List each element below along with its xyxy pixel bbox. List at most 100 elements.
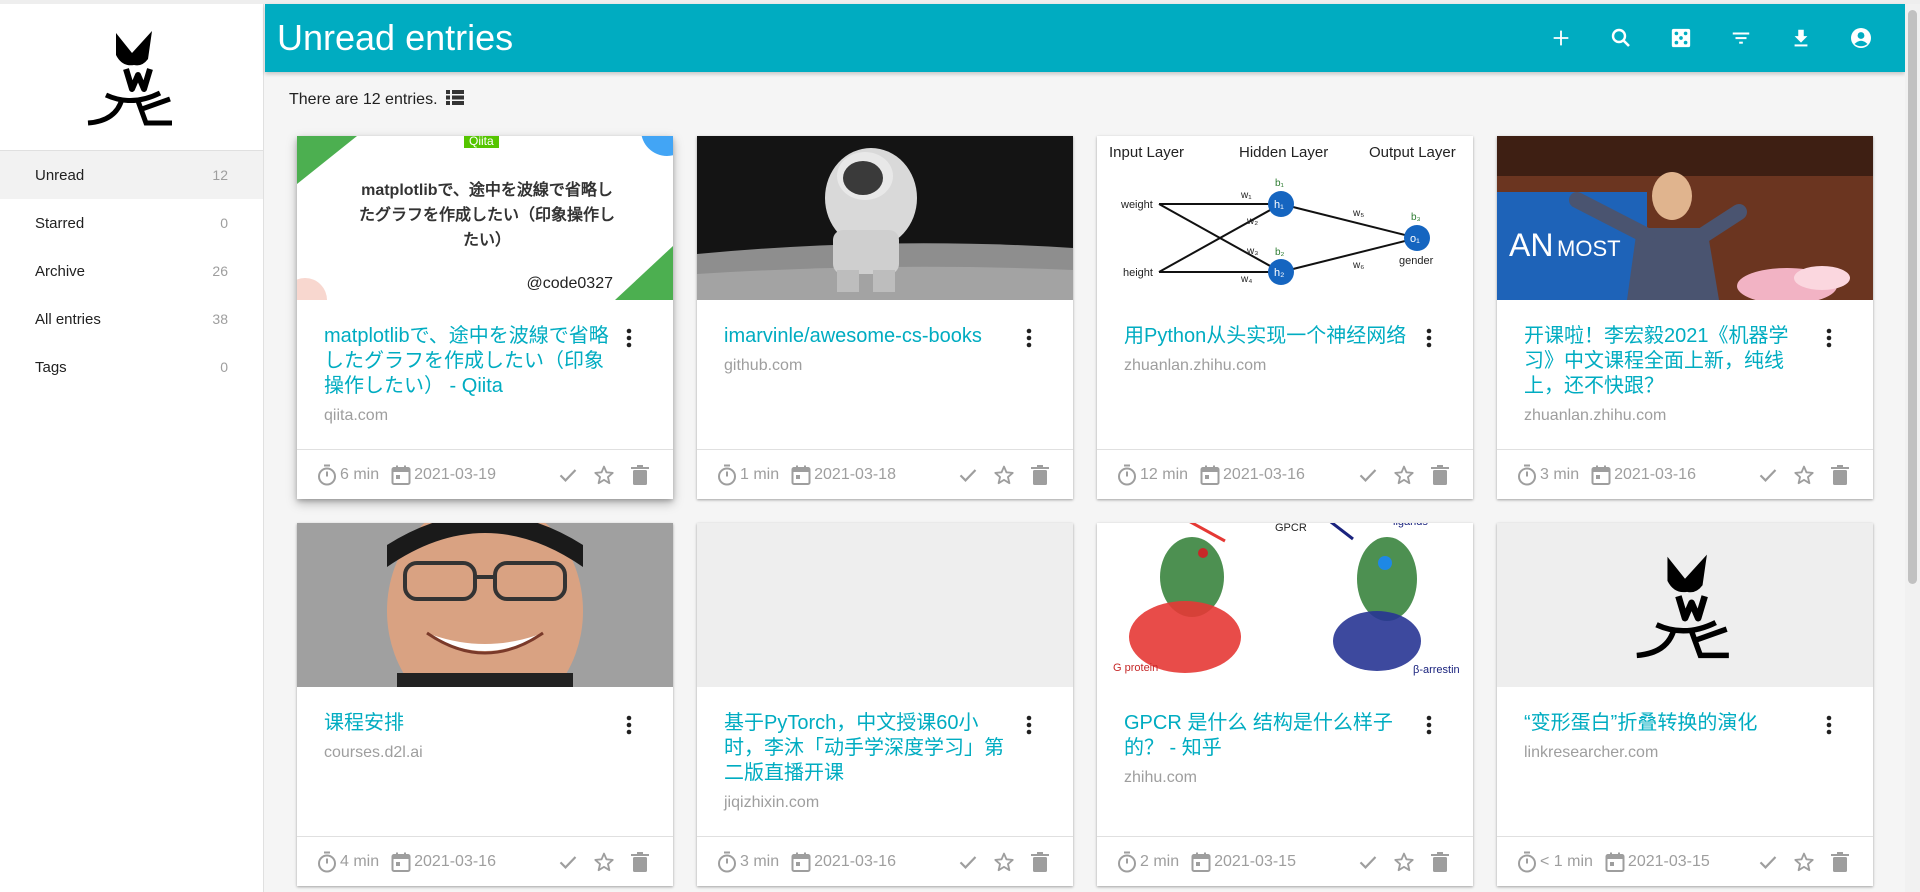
entry-thumbnail[interactable]: Input Layer Hidden Layer Output Layer we… [1097,136,1473,300]
sidebar-item-count: 0 [220,215,228,231]
reading-time: 1 min [717,464,779,486]
sidebar-item-starred[interactable]: Starred 0 [0,199,263,247]
more-vert-icon[interactable] [619,713,639,737]
mark-read-check-icon[interactable] [1757,464,1779,486]
entry-card[interactable]: imarvinle/awesome-cs-books github.com 1 … [697,136,1073,499]
more-vert-icon[interactable] [1019,326,1039,350]
entry-domain: zhuanlan.zhihu.com [1524,407,1667,424]
entry-date: 2021-03-16 [791,852,896,872]
mark-read-check-icon[interactable] [957,464,979,486]
entry-title[interactable]: imarvinle/awesome-cs-books [724,324,1017,349]
more-vert-icon[interactable] [1419,326,1439,350]
mark-read-check-icon[interactable] [557,464,579,486]
arrestin-label: β-arrestin [1413,664,1460,676]
entry-card[interactable]: 基于PyTorch，中文授课60小时，李沐「动手学深度学习」第二版直播开课 ji… [697,523,1073,886]
sidebar-item-unread[interactable]: Unread 12 [0,151,263,199]
wallabag-logo[interactable] [0,4,263,151]
star-icon[interactable] [1393,464,1415,486]
mark-read-check-icon[interactable] [557,851,579,873]
star-icon[interactable] [1793,851,1815,873]
reading-time-value: < 1 min [1540,852,1593,870]
delete-trash-icon[interactable] [1429,464,1451,486]
entry-card[interactable]: Qiita matplotlibで、途中を波線で省略したグラフを作成したい（印象… [297,136,673,499]
star-icon[interactable] [993,464,1015,486]
mark-read-check-icon[interactable] [1757,851,1779,873]
entry-card[interactable]: AN MOST 开课啦！李宏毅2021《机器学习》中文课程全面上新，纯线上，还不… [1497,136,1873,499]
entry-thumbnail[interactable] [697,523,1073,687]
delete-trash-icon[interactable] [1029,851,1051,873]
more-vert-icon[interactable] [1019,713,1039,737]
star-icon[interactable] [1793,464,1815,486]
entry-thumbnail[interactable] [1497,523,1873,687]
more-vert-icon[interactable] [619,326,639,350]
entry-thumbnail[interactable]: AN MOST [1497,136,1873,300]
ligands-label: ligands [1393,523,1428,528]
nn-weight-w3: w₃ [1246,246,1258,257]
entry-title[interactable]: 课程安排 [324,711,617,736]
sidebar-item-archive[interactable]: Archive 26 [0,247,263,295]
banner-text-an: AN [1509,227,1553,263]
entry-date-value: 2021-03-15 [1214,852,1296,870]
reading-time-value: 6 min [340,465,380,483]
add-icon[interactable] [1531,8,1591,68]
sidebar-item-tags[interactable]: Tags 0 [0,343,263,391]
random-dice-icon[interactable] [1651,8,1711,68]
sidebar-item-label: All entries [35,310,101,328]
more-vert-icon[interactable] [1819,713,1839,737]
sidebar-item-label: Archive [35,262,86,280]
download-icon[interactable] [1771,8,1831,68]
entry-thumbnail[interactable]: GPCR ligands G protein β-arrestin [1097,523,1473,687]
entry-card[interactable]: 课程安排 courses.d2l.ai 4 min 2021-03-16 [297,523,673,886]
filter-icon[interactable] [1711,8,1771,68]
entry-thumbnail[interactable]: Qiita matplotlibで、途中を波線で省略したグラフを作成したい（印象… [297,136,673,300]
entry-date-value: 2021-03-16 [814,852,896,870]
account-icon[interactable] [1831,8,1891,68]
sidebar-nav: Unread 12 Starred 0 Archive 26 All entri… [0,151,263,391]
mark-read-check-icon[interactable] [1357,851,1379,873]
reading-time: 3 min [1517,464,1579,486]
page-scrollbar[interactable] [1905,4,1920,892]
timer-icon [718,851,736,872]
delete-trash-icon[interactable] [1829,851,1851,873]
entry-date-value: 2021-03-15 [1627,852,1710,870]
entry-title[interactable]: GPCR 是什么 结构是什么样子的？ - 知乎 [1124,711,1417,761]
delete-trash-icon[interactable] [1429,851,1451,873]
delete-trash-icon[interactable] [1829,464,1851,486]
entry-card[interactable]: GPCR ligands G protein β-arrestin GPCR 是… [1097,523,1473,886]
nn-weight-w6: w₆ [1352,260,1364,271]
delete-trash-icon[interactable] [629,464,651,486]
delete-trash-icon[interactable] [629,851,651,873]
entry-actions: 6 min 2021-03-19 [297,449,673,499]
mark-read-check-icon[interactable] [1357,464,1379,486]
star-icon[interactable] [993,851,1015,873]
nn-weight-w5: w₅ [1352,208,1364,219]
sidebar-item-all-entries[interactable]: All entries 38 [0,295,263,343]
entry-domain: jiqizhixin.com [724,794,820,811]
entries-count-text: There are 12 entries. [289,91,438,108]
wallabag-logo-icon [1636,554,1729,659]
entry-title[interactable]: 用Python从头实现一个神经网络 [1124,324,1417,349]
star-icon[interactable] [1393,851,1415,873]
list-view-icon[interactable] [445,90,464,110]
entry-title[interactable]: matplotlibで、途中を波線で省略したグラフを作成したい（印象操作したい）… [324,324,617,399]
entry-domain: github.com [724,357,803,374]
timer-icon [1518,464,1536,485]
entry-card[interactable]: “变形蛋白”折叠转换的演化 linkresearcher.com < 1 min… [1497,523,1873,886]
entry-domain: courses.d2l.ai [324,744,423,761]
entry-title[interactable]: 开课啦！李宏毅2021《机器学习》中文课程全面上新，纯线上，还不快跟？ [1524,324,1817,399]
more-vert-icon[interactable] [1419,713,1439,737]
entry-title[interactable]: “变形蛋白”折叠转换的演化 [1524,711,1817,736]
delete-trash-icon[interactable] [1029,464,1051,486]
reading-time-value: 12 min [1140,465,1189,483]
entry-thumbnail[interactable] [297,523,673,687]
more-vert-icon[interactable] [1819,326,1839,350]
gpcr-structure-image: GPCR ligands G protein β-arrestin [1113,523,1460,676]
entry-title[interactable]: 基于PyTorch，中文授课60小时，李沐「动手学深度学习」第二版直播开课 [724,711,1017,786]
nn-weight-w1: w₁ [1240,190,1252,201]
star-icon[interactable] [593,851,615,873]
entry-card[interactable]: Input Layer Hidden Layer Output Layer we… [1097,136,1473,499]
star-icon[interactable] [593,464,615,486]
mark-read-check-icon[interactable] [957,851,979,873]
search-icon[interactable] [1591,8,1651,68]
entry-thumbnail[interactable] [697,136,1073,300]
